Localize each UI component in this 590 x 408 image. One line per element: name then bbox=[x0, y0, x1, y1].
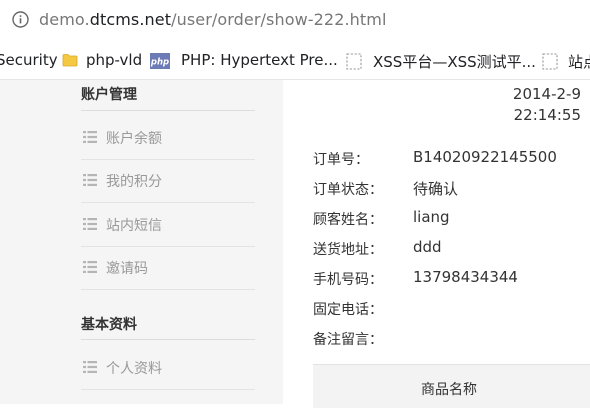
sidebar-item-label: 站内短信 bbox=[106, 218, 162, 234]
customer-name-label: 顾客姓名： bbox=[313, 212, 383, 228]
list-icon bbox=[83, 174, 97, 186]
sidebar-item-messages[interactable]: 站内短信 bbox=[81, 204, 255, 247]
bookmarks-bar: Security php-vld php PHP: Hypertext Pre.… bbox=[0, 42, 590, 80]
url-host: dtcms.net bbox=[89, 10, 172, 29]
sidebar-item-label: 我的积分 bbox=[106, 174, 162, 190]
info-icon[interactable] bbox=[12, 11, 29, 28]
sidebar-item-label: 账户余额 bbox=[106, 131, 162, 147]
php-icon: php bbox=[150, 53, 170, 69]
account-management-title: 账户管理 bbox=[81, 87, 137, 103]
order-time: 22:14:55 bbox=[513, 106, 581, 124]
bookmark-xss[interactable]: XSS平台—XSS测试平... bbox=[373, 51, 536, 72]
bookmark-security[interactable]: Security bbox=[0, 51, 58, 69]
order-status-value: 待确认 bbox=[413, 180, 459, 198]
url-text[interactable]: demo.dtcms.net/user/order/show-222.html bbox=[39, 10, 387, 29]
bookmark-php-vld[interactable]: php-vld bbox=[86, 51, 142, 69]
customer-name-value: liang bbox=[413, 208, 450, 226]
sidebar: 账户管理 账户余额 我的积分 站内短信 邀请码 基本资料 个人资料 bbox=[0, 80, 283, 404]
sidebar-item-points[interactable]: 我的积分 bbox=[81, 160, 255, 203]
mobile-phone-label: 手机号码： bbox=[313, 272, 383, 288]
order-detail-panel: 2014-2-9 22:14:55 订单号： B14020922145500 订… bbox=[283, 80, 590, 408]
order-number-label: 订单号： bbox=[313, 152, 369, 168]
shipping-address-value: ddd bbox=[413, 238, 442, 256]
sidebar-item-invite-code[interactable]: 邀请码 bbox=[81, 247, 255, 290]
bookmark-site[interactable]: 站点 bbox=[568, 51, 590, 72]
sidebar-item-profile[interactable]: 个人资料 bbox=[81, 347, 255, 390]
shipping-address-label: 送货地址： bbox=[313, 242, 383, 258]
bookmark-php-hypertext[interactable]: PHP: Hypertext Pre... bbox=[181, 51, 338, 69]
list-icon bbox=[83, 218, 97, 230]
list-icon bbox=[83, 131, 97, 143]
order-date: 2014-2-9 bbox=[512, 85, 581, 103]
order-number-value: B14020922145500 bbox=[413, 148, 557, 166]
remarks-label: 备注留言： bbox=[313, 332, 383, 348]
goods-table-header: 商品名称 bbox=[313, 364, 590, 408]
url-prefix: demo. bbox=[39, 10, 90, 29]
folder-icon bbox=[62, 54, 78, 67]
svg-text:php: php bbox=[150, 58, 169, 68]
page-icon bbox=[346, 53, 362, 70]
page-icon bbox=[542, 53, 558, 70]
address-bar[interactable]: demo.dtcms.net/user/order/show-222.html bbox=[0, 0, 590, 42]
sidebar-item-label: 个人资料 bbox=[106, 361, 162, 377]
divider bbox=[81, 339, 255, 340]
goods-name-column-header: 商品名称 bbox=[421, 382, 477, 398]
order-status-label: 订单状态： bbox=[313, 182, 383, 198]
list-icon bbox=[83, 261, 97, 273]
basic-info-title: 基本资料 bbox=[81, 317, 137, 333]
divider bbox=[81, 110, 255, 111]
mobile-phone-value: 13798434344 bbox=[413, 268, 518, 286]
list-icon bbox=[83, 361, 97, 373]
url-path: /user/order/show-222.html bbox=[171, 10, 387, 29]
sidebar-item-balance[interactable]: 账户余额 bbox=[81, 117, 255, 160]
landline-phone-label: 固定电话： bbox=[313, 302, 383, 318]
sidebar-item-label: 邀请码 bbox=[106, 261, 148, 277]
